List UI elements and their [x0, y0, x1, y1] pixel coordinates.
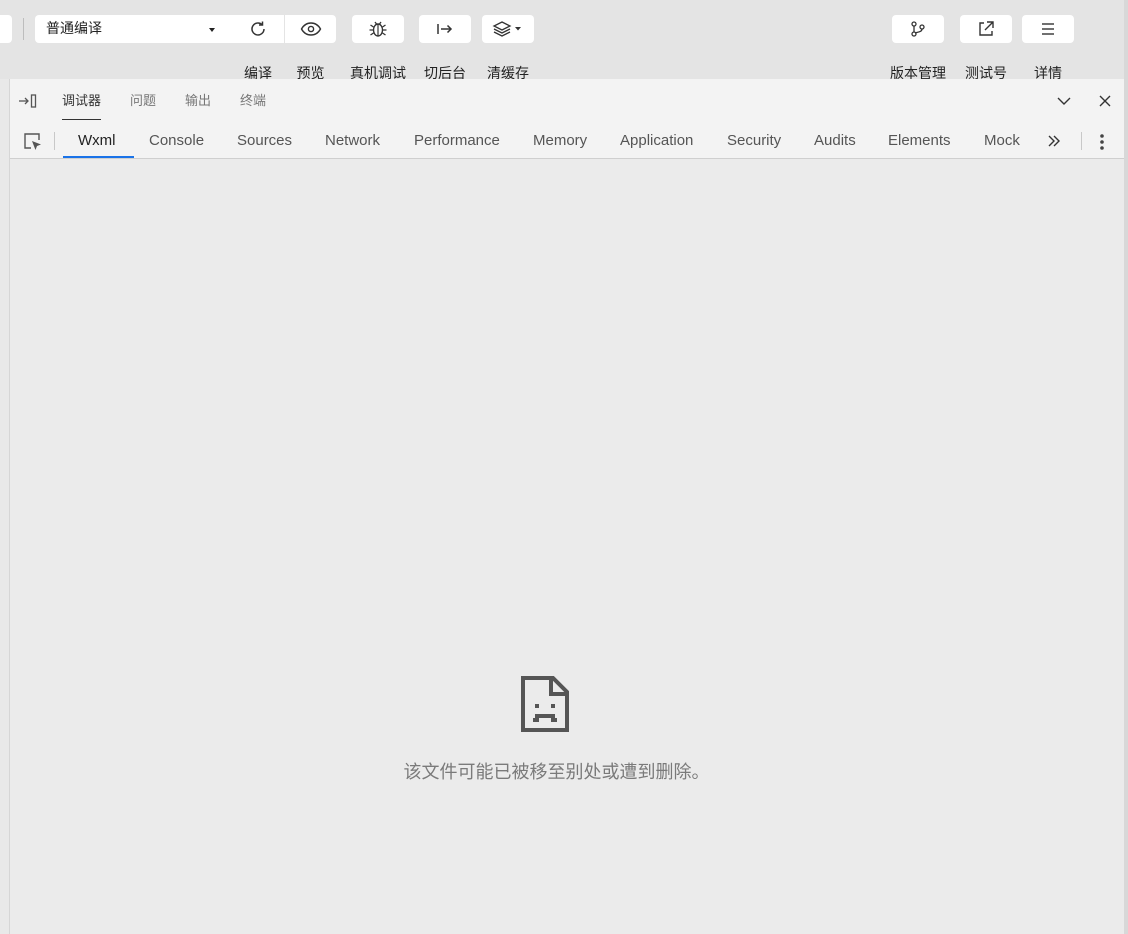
tab-network[interactable]: Network [325, 132, 380, 150]
kebab-menu-icon [1100, 134, 1104, 150]
top-toolbar: 普通编译 编译 预览 真机调试 切后台 清缓存 版本管理 测试号 详情 [0, 0, 1128, 82]
menu-icon [1042, 23, 1054, 35]
close-icon [1099, 95, 1111, 107]
layers-icon [492, 21, 521, 37]
tab-memory[interactable]: Memory [533, 132, 587, 150]
inspect-cursor-icon [24, 133, 41, 150]
tab-wxml[interactable]: Wxml [78, 132, 116, 150]
tab-console[interactable]: Console [149, 132, 204, 150]
caret-down-icon [209, 28, 215, 32]
panel-tab-bar: 调试器 问题 输出 终端 [10, 79, 1125, 123]
devtools-menu-button[interactable] [1098, 132, 1106, 156]
dock-side-icon [19, 94, 37, 108]
details-button[interactable] [1022, 15, 1074, 43]
tab-divider [1081, 132, 1082, 150]
compile-mode-select[interactable]: 普通编译 [35, 15, 232, 43]
tab-terminal[interactable]: 终端 [240, 93, 266, 110]
chevron-down-icon [1057, 97, 1071, 105]
remote-debug-button[interactable] [352, 15, 404, 43]
branch-icon [911, 21, 925, 37]
bug-icon [369, 21, 387, 37]
test-account-button[interactable] [960, 15, 1012, 43]
compile-mode-value: 普通编译 [46, 21, 102, 37]
more-tabs-button[interactable] [1046, 133, 1062, 153]
tab-debugger[interactable]: 调试器 [62, 93, 102, 120]
left-toolbar-stub[interactable] [0, 15, 12, 43]
preview-button[interactable] [285, 15, 336, 43]
tab-mock[interactable]: Mock [984, 132, 1020, 150]
tab-divider [54, 132, 55, 150]
tab-audits[interactable]: Audits [814, 132, 856, 150]
active-tab-indicator [63, 156, 134, 158]
sad-file-icon [521, 676, 569, 736]
tab-issues[interactable]: 问题 [130, 93, 156, 110]
devtools-tab-bar: Wxml Console Sources Network Performance… [10, 123, 1125, 159]
refresh-icon [251, 21, 265, 36]
toolbar-divider [23, 18, 24, 40]
tab-security[interactable]: Security [727, 132, 781, 150]
compile-button[interactable] [232, 15, 284, 43]
eye-icon [300, 22, 321, 36]
close-panel-button[interactable] [1097, 93, 1113, 113]
dock-toggle-button[interactable] [18, 93, 38, 113]
tab-output[interactable]: 输出 [185, 93, 211, 110]
external-link-icon [979, 21, 994, 36]
tab-sources[interactable]: Sources [237, 132, 292, 150]
version-button[interactable] [892, 15, 944, 43]
double-chevron-right-icon [1048, 135, 1060, 147]
tab-elements[interactable]: Elements [888, 132, 951, 150]
window-right-edge [1124, 0, 1128, 934]
clear-cache-button[interactable] [482, 15, 534, 43]
tab-performance[interactable]: Performance [414, 132, 500, 150]
tab-application[interactable]: Application [620, 132, 693, 150]
collapse-panel-button[interactable] [1056, 93, 1072, 113]
empty-state-message: 该文件可能已被移至别处或遭到删除。 [403, 762, 710, 783]
switch-background-icon [437, 24, 453, 34]
background-button[interactable] [419, 15, 471, 43]
inspect-element-button[interactable] [23, 132, 43, 156]
devtools-panel: 调试器 问题 输出 终端 Wxml Console Sources Networ… [9, 79, 1125, 934]
